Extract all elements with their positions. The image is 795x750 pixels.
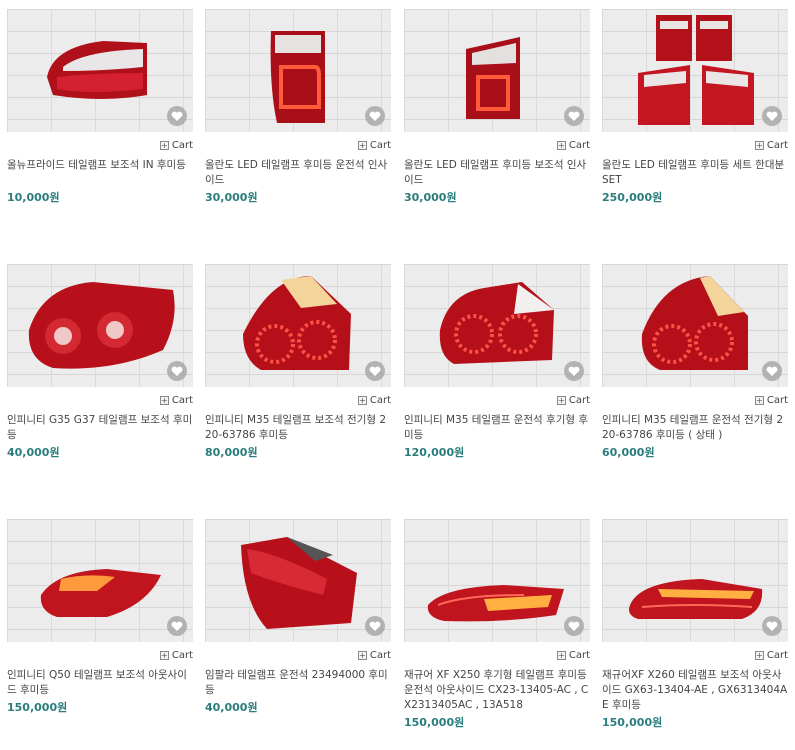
product-card[interactable]: + Cart 인피니티 M35 테일램프 보조석 전기형 220-63786 후미… bbox=[205, 264, 391, 460]
wishlist-button[interactable] bbox=[564, 106, 584, 126]
heart-icon bbox=[568, 111, 580, 121]
product-card[interactable]: + Cart 올란도 LED 테일램프 후미등 세트 한대분 SET 250,00… bbox=[602, 9, 788, 205]
heart-icon bbox=[568, 366, 580, 376]
add-to-cart-button[interactable]: + Cart bbox=[357, 650, 391, 661]
plus-box-icon: + bbox=[754, 650, 764, 660]
wishlist-button[interactable] bbox=[762, 361, 782, 381]
plus-box-icon: + bbox=[357, 395, 367, 405]
product-image[interactable] bbox=[602, 519, 788, 642]
plus-box-icon: + bbox=[159, 140, 169, 150]
product-image[interactable] bbox=[205, 9, 391, 132]
heart-icon bbox=[171, 366, 183, 376]
product-name[interactable]: 인피니티 M35 테일램프 운전석 전기형 220-63786 후미등 ( 상태… bbox=[602, 413, 788, 443]
wishlist-button[interactable] bbox=[564, 361, 584, 381]
product-price: 10,000원 bbox=[7, 191, 60, 204]
product-name[interactable]: 올란도 LED 테일램프 후미등 보조석 인사이드 bbox=[404, 158, 590, 188]
product-card[interactable]: + Cart 인피니티 G35 G37 테일램프 보조석 후미등 40,000원 bbox=[7, 264, 193, 460]
product-image[interactable] bbox=[7, 519, 193, 642]
plus-box-icon: + bbox=[556, 140, 566, 150]
product-image[interactable] bbox=[404, 264, 590, 387]
product-price: 150,000원 bbox=[602, 716, 663, 729]
wishlist-button[interactable] bbox=[564, 616, 584, 636]
product-card[interactable]: + Cart 올뉴프라이드 테일램프 보조석 IN 후미등 10,000원 bbox=[7, 9, 193, 205]
product-price: 80,000원 bbox=[205, 446, 258, 459]
product-image[interactable] bbox=[205, 264, 391, 387]
product-card[interactable]: + Cart 인피니티 Q50 테일램프 보조석 아웃사이드 후미등 150,00… bbox=[7, 519, 193, 715]
wishlist-button[interactable] bbox=[762, 106, 782, 126]
product-image[interactable] bbox=[602, 9, 788, 132]
product-name[interactable]: 재규어XF X260 테일램프 보조석 아웃사이드 GX63-13404-AE … bbox=[602, 668, 788, 713]
wishlist-button[interactable] bbox=[365, 106, 385, 126]
add-to-cart-button[interactable]: + Cart bbox=[556, 395, 590, 406]
heart-icon bbox=[766, 621, 778, 631]
add-to-cart-button[interactable]: + Cart bbox=[754, 140, 788, 151]
product-price: 120,000원 bbox=[404, 446, 465, 459]
product-card[interactable]: + Cart 올란도 LED 테일램프 후미등 보조석 인사이드 30,000원 bbox=[404, 9, 590, 205]
product-image[interactable] bbox=[205, 519, 391, 642]
product-price: 40,000원 bbox=[7, 446, 60, 459]
heart-icon bbox=[369, 111, 381, 121]
product-price: 30,000원 bbox=[205, 191, 258, 204]
plus-box-icon: + bbox=[159, 650, 169, 660]
wishlist-button[interactable] bbox=[365, 616, 385, 636]
add-to-cart-button[interactable]: + Cart bbox=[159, 140, 193, 151]
product-price: 30,000원 bbox=[404, 191, 457, 204]
plus-box-icon: + bbox=[556, 650, 566, 660]
product-price: 150,000원 bbox=[7, 701, 68, 714]
product-price: 150,000원 bbox=[404, 716, 465, 729]
add-to-cart-button[interactable]: + Cart bbox=[159, 395, 193, 406]
product-price: 60,000원 bbox=[602, 446, 655, 459]
product-image[interactable] bbox=[602, 264, 788, 387]
add-to-cart-button[interactable]: + Cart bbox=[556, 140, 590, 151]
wishlist-button[interactable] bbox=[762, 616, 782, 636]
wishlist-button[interactable] bbox=[167, 361, 187, 381]
product-card[interactable]: + Cart 올란도 LED 테일램프 후미등 운전석 인사이드 30,000원 bbox=[205, 9, 391, 205]
add-to-cart-button[interactable]: + Cart bbox=[357, 140, 391, 151]
product-name[interactable]: 올란도 LED 테일램프 후미등 세트 한대분 SET bbox=[602, 158, 788, 188]
product-card[interactable]: + Cart 재규어XF X260 테일램프 보조석 아웃사이드 GX63-134… bbox=[602, 519, 788, 730]
add-to-cart-button[interactable]: + Cart bbox=[754, 395, 788, 406]
product-name[interactable]: 인피니티 G35 G37 테일램프 보조석 후미등 bbox=[7, 413, 193, 443]
wishlist-button[interactable] bbox=[167, 106, 187, 126]
product-price: 40,000원 bbox=[205, 701, 258, 714]
product-name[interactable]: 올란도 LED 테일램프 후미등 운전석 인사이드 bbox=[205, 158, 391, 188]
product-card[interactable]: + Cart 인피니티 M35 테일램프 운전석 후기형 후미등 120,000원 bbox=[404, 264, 590, 460]
add-to-cart-button[interactable]: + Cart bbox=[556, 650, 590, 661]
product-name[interactable]: 재규어 XF X250 후기형 테일램프 후미등 운전석 아웃사이드 CX23-… bbox=[404, 668, 590, 713]
add-to-cart-button[interactable]: + Cart bbox=[754, 650, 788, 661]
product-image[interactable] bbox=[404, 9, 590, 132]
product-card[interactable]: + Cart 임팔라 테일램프 운전석 23494000 후미등 40,000원 bbox=[205, 519, 391, 715]
heart-icon bbox=[171, 111, 183, 121]
product-name[interactable]: 올뉴프라이드 테일램프 보조석 IN 후미등 bbox=[7, 158, 193, 188]
product-name[interactable]: 임팔라 테일램프 운전석 23494000 후미등 bbox=[205, 668, 391, 698]
plus-box-icon: + bbox=[357, 650, 367, 660]
product-image[interactable] bbox=[404, 519, 590, 642]
plus-box-icon: + bbox=[357, 140, 367, 150]
product-name[interactable]: 인피니티 Q50 테일램프 보조석 아웃사이드 후미등 bbox=[7, 668, 193, 698]
heart-icon bbox=[766, 366, 778, 376]
plus-box-icon: + bbox=[556, 395, 566, 405]
heart-icon bbox=[369, 621, 381, 631]
product-card[interactable]: + Cart 재규어 XF X250 후기형 테일램프 후미등 운전석 아웃사이드… bbox=[404, 519, 590, 730]
product-price: 250,000원 bbox=[602, 191, 663, 204]
plus-box-icon: + bbox=[754, 395, 764, 405]
heart-icon bbox=[568, 621, 580, 631]
product-image[interactable] bbox=[7, 9, 193, 132]
product-card[interactable]: + Cart 인피니티 M35 테일램프 운전석 전기형 220-63786 후미… bbox=[602, 264, 788, 460]
product-name[interactable]: 인피니티 M35 테일램프 운전석 후기형 후미등 bbox=[404, 413, 590, 443]
plus-box-icon: + bbox=[159, 395, 169, 405]
plus-box-icon: + bbox=[754, 140, 764, 150]
wishlist-button[interactable] bbox=[365, 361, 385, 381]
heart-icon bbox=[171, 621, 183, 631]
heart-icon bbox=[369, 366, 381, 376]
product-grid: + Cart 올뉴프라이드 테일램프 보조석 IN 후미등 10,000원 + Ca… bbox=[0, 0, 795, 750]
heart-icon bbox=[766, 111, 778, 121]
add-to-cart-button[interactable]: + Cart bbox=[159, 650, 193, 661]
wishlist-button[interactable] bbox=[167, 616, 187, 636]
add-to-cart-button[interactable]: + Cart bbox=[357, 395, 391, 406]
product-image[interactable] bbox=[7, 264, 193, 387]
product-name[interactable]: 인피니티 M35 테일램프 보조석 전기형 220-63786 후미등 bbox=[205, 413, 391, 443]
